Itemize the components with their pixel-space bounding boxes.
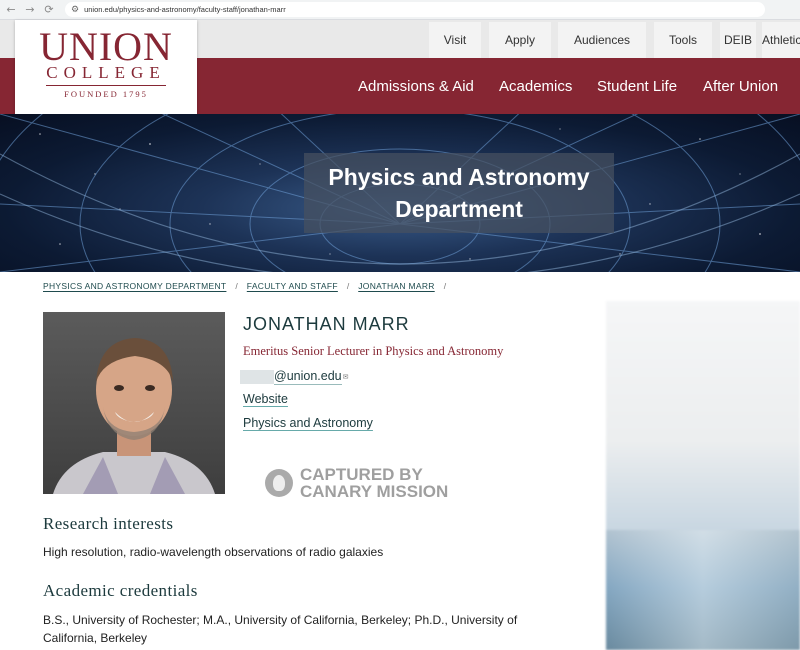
breadcrumb-separator: / [346,281,350,291]
forward-icon[interactable]: → [22,2,38,18]
email-link[interactable]: @union.edu ✉ [240,369,348,385]
browser-toolbar: ← → ⟳ ⚙ union.edu/physics-and-astronomy/… [0,0,800,20]
canary-mission-watermark: CAPTURED BY CANARY MISSION [265,466,448,500]
reload-icon[interactable]: ⟳ [41,2,57,18]
main-nav-admissions[interactable]: Admissions & Aid [358,58,474,114]
util-nav-apply[interactable]: Apply [489,22,551,58]
academic-credentials-text: B.S., University of Rochester; M.A., Uni… [43,613,518,645]
util-nav-tools[interactable]: Tools [654,22,712,58]
email-domain[interactable]: @union.edu [274,369,342,385]
site-info-icon[interactable]: ⚙ [71,5,79,15]
sidebar-image-lower [606,530,800,650]
academic-credentials-heading: Academic credentials [43,581,198,600]
util-nav-athletics[interactable]: Athletics [762,22,800,58]
sidebar-image [606,301,800,650]
util-nav-audiences[interactable]: Audiences [558,22,646,58]
url-text[interactable]: union.edu/physics-and-astronomy/faculty-… [84,5,286,14]
canary-bird-icon [265,469,293,497]
main-nav-academics[interactable]: Academics [499,58,572,114]
main-nav-after-union[interactable]: After Union [703,58,778,114]
breadcrumb-separator: / [235,281,238,291]
department-link[interactable]: Physics and Astronomy [243,416,373,430]
research-interests-heading: Research interests [43,514,174,533]
breadcrumb-department[interactable]: PHYSICS AND ASTRONOMY DEPARTMENT [43,281,226,291]
website-link[interactable]: Website [243,392,288,406]
person-title: Emeritus Senior Lecturer in Physics and … [243,344,504,358]
email-redacted-block [240,370,274,384]
watermark-text: CAPTURED BY CANARY MISSION [300,466,448,500]
union-college-logo[interactable]: UNION COLLEGE FOUNDED 1795 [15,20,197,114]
page-title: Physics and Astronomy Department [328,164,590,222]
util-nav-visit[interactable]: Visit [429,22,481,58]
profile-portrait-image [53,338,215,494]
logo-founded-text: FOUNDED 1795 [64,89,148,99]
breadcrumb-current[interactable]: JONATHAN MARR [358,281,434,291]
back-icon[interactable]: ← [3,2,19,18]
breadcrumb-separator: / [443,281,447,291]
research-interests-text: High resolution, radio-wavelength observ… [43,545,384,559]
watermark-line-2: CANARY MISSION [300,482,449,501]
breadcrumb-faculty-staff[interactable]: FACULTY AND STAFF [247,281,338,291]
util-nav-deib[interactable]: DEIB [720,22,756,58]
logo-divider [46,85,166,86]
main-nav-student-life[interactable]: Student Life [597,58,677,114]
logo-union-text: UNION [39,24,173,69]
hero-title-box: Physics and Astronomy Department [304,153,614,233]
hero-banner: Physics and Astronomy Department [0,114,800,272]
watermark-line-1: CAPTURED BY [300,465,423,484]
address-bar[interactable]: ⚙ union.edu/physics-and-astronomy/facult… [65,2,765,17]
profile-photo [43,312,225,494]
mail-icon: ✉ [342,373,349,381]
breadcrumb: PHYSICS AND ASTRONOMY DEPARTMENT / FACUL… [43,279,455,293]
person-name: JONATHAN MARR [243,314,410,334]
